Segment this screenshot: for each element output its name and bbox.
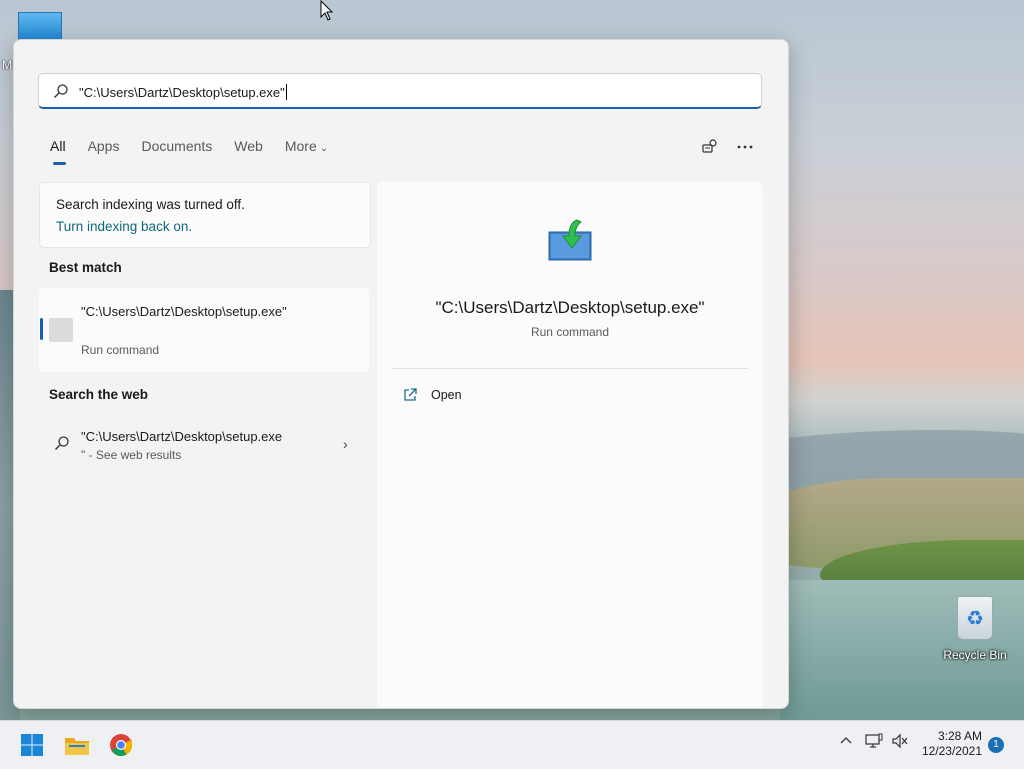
taskbar: 3:28 AM 12/23/2021 1 xyxy=(0,720,1024,769)
windows-start-icon[interactable] xyxy=(16,729,48,761)
open-external-icon xyxy=(404,388,417,401)
preview-subtitle: Run command xyxy=(530,325,610,339)
best-match-heading: Best match xyxy=(49,260,122,275)
run-command-app-icon xyxy=(49,318,73,342)
clock-date: 12/23/2021 xyxy=(921,744,982,758)
desktop-icon-label-partial: M xyxy=(2,58,12,72)
share-search-icon[interactable] xyxy=(698,135,722,159)
divider xyxy=(392,368,748,369)
selection-indicator xyxy=(40,318,43,340)
clock-time: 3:28 AM xyxy=(937,729,982,743)
search-web-heading: Search the web xyxy=(49,387,149,402)
best-match-subtitle: Run command xyxy=(81,343,160,357)
chevron-up-icon[interactable] xyxy=(838,733,854,749)
recycle-bin-desktop-icon[interactable]: ♻ Recycle Bin xyxy=(940,596,1010,662)
network-icon[interactable] xyxy=(865,733,883,749)
search-panel: "C:\Users\Dartz\Desktop\setup.exe" All A… xyxy=(13,39,789,709)
file-explorer-icon[interactable] xyxy=(61,729,93,761)
best-match-title: "C:\Users\Dartz\Desktop\setup.exe" xyxy=(81,304,287,319)
volume-muted-icon[interactable] xyxy=(891,733,909,749)
tab-apps[interactable]: Apps xyxy=(88,138,120,168)
more-options-icon[interactable] xyxy=(733,135,757,159)
tab-documents[interactable]: Documents xyxy=(141,138,212,168)
chrome-icon[interactable] xyxy=(105,729,137,761)
web-search-result[interactable]: "C:\Users\Dartz\Desktop\setup.exe " - Se… xyxy=(39,418,369,474)
taskbar-clock[interactable]: 3:28 AM 12/23/2021 xyxy=(912,729,982,759)
search-query-text[interactable]: "C:\Users\Dartz\Desktop\setup.exe" xyxy=(79,84,287,100)
web-result-title: "C:\Users\Dartz\Desktop\setup.exe xyxy=(81,429,283,444)
best-match-result[interactable]: "C:\Users\Dartz\Desktop\setup.exe" Run c… xyxy=(39,288,369,372)
open-action[interactable]: Open xyxy=(403,388,462,402)
chevron-down-icon: ⌄ xyxy=(319,143,329,154)
notification-badge[interactable]: 1 xyxy=(988,737,1004,753)
indexing-notice: Search indexing was turned off. Turn ind… xyxy=(39,182,371,248)
search-input[interactable]: "C:\Users\Dartz\Desktop\setup.exe" xyxy=(38,73,762,109)
search-icon xyxy=(55,436,69,450)
tab-all[interactable]: All xyxy=(50,138,66,168)
result-preview-pane: "C:\Users\Dartz\Desktop\setup.exe" Run c… xyxy=(377,182,763,708)
search-filter-tabs: All Apps Documents Web More ⌄ xyxy=(50,138,350,168)
turn-indexing-on-link[interactable]: Turn indexing back on. xyxy=(56,219,192,234)
indexing-notice-message: Search indexing was turned off. xyxy=(56,197,245,212)
recycle-bin-icon: ♻ xyxy=(957,596,993,640)
desktop-icon-partial[interactable] xyxy=(18,12,62,42)
run-command-large-icon xyxy=(548,219,592,261)
recycle-bin-label: Recycle Bin xyxy=(943,648,1007,662)
preview-title: "C:\Users\Dartz\Desktop\setup.exe" xyxy=(435,298,705,317)
search-icon xyxy=(54,84,68,98)
tab-web[interactable]: Web xyxy=(234,138,263,168)
chevron-right-icon[interactable]: › xyxy=(343,436,348,452)
mouse-cursor-icon xyxy=(320,0,334,21)
tab-more[interactable]: More ⌄ xyxy=(285,138,328,168)
web-result-subtitle: " - See web results xyxy=(81,448,182,462)
open-action-label: Open xyxy=(431,388,462,402)
